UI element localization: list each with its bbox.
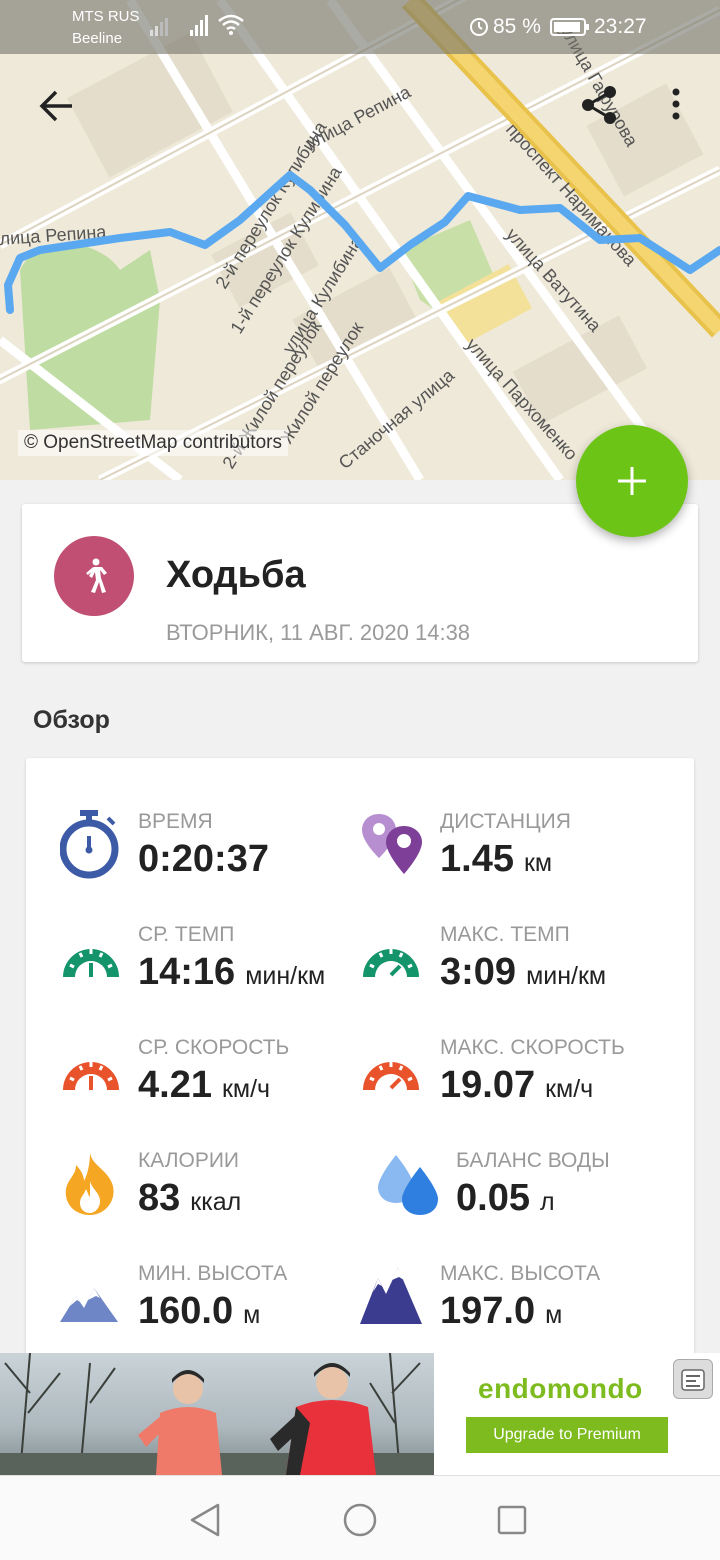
map-tiles: улица Репина лица Репина 2-й переулок Ку… — [0, 0, 720, 480]
signal-icon — [190, 15, 208, 36]
stat-unit: л — [539, 1188, 555, 1216]
overview-card: ВРЕМЯ 0:20:37 ДИСТАНЦИЯ 1.45 км СР. ТЕМП … — [26, 758, 694, 1358]
stat-number: 19.07 — [440, 1064, 536, 1106]
add-button[interactable] — [576, 425, 688, 537]
map-pin-icon — [362, 814, 422, 874]
stat-value: 3:09 мин/км — [440, 951, 606, 994]
stat-value: 83 ккал — [138, 1177, 241, 1220]
nav-recents-square-icon — [497, 1505, 527, 1535]
share-button[interactable] — [578, 84, 622, 128]
stat-number: 0.05 — [456, 1177, 530, 1219]
stat-value: 19.07 км/ч — [440, 1064, 593, 1107]
stat-label: МАКС. ВЫСОТА — [440, 1262, 601, 1285]
ad-close-button[interactable] — [673, 1359, 713, 1399]
upgrade-premium-button[interactable]: Upgrade to Premium — [466, 1417, 668, 1453]
nav-home-button[interactable] — [342, 1502, 378, 1543]
stat-number: 14:16 — [138, 951, 236, 993]
ad-panel[interactable]: endomondo Upgrade to Premium — [434, 1353, 720, 1475]
nav-back-button[interactable] — [188, 1502, 222, 1543]
activity-avatar — [54, 536, 134, 616]
stat-label: МИН. ВЫСОТА — [138, 1262, 288, 1285]
stat-label: КАЛОРИИ — [138, 1149, 240, 1172]
ad-banner[interactable]: endomondo Upgrade to Premium — [0, 1353, 720, 1475]
activity-title: Ходьба — [166, 554, 306, 596]
share-icon — [582, 86, 616, 124]
nav-back-triangle-icon — [190, 1503, 220, 1537]
carrier-name-1: MTS RUS — [72, 8, 140, 25]
overview-title: Обзор — [33, 706, 110, 734]
gauge-orange-icon — [63, 1062, 119, 1090]
stat-value: 197.0 м — [440, 1290, 562, 1333]
gauge-green-icon — [63, 949, 119, 977]
route-map[interactable]: улица Репина лица Репина 2-й переулок Ку… — [0, 0, 720, 480]
battery-percent: 85 % — [493, 15, 541, 38]
stat-number: 83 — [138, 1177, 181, 1219]
flame-icon — [65, 1153, 114, 1215]
water-drops-icon — [378, 1155, 438, 1215]
stat-value: 0:20:37 — [138, 838, 269, 881]
stat-unit: мин/км — [526, 962, 607, 990]
more-vert-icon — [672, 88, 680, 120]
stat-label: БАЛАНС ВОДЫ — [456, 1149, 610, 1172]
nav-recents-button[interactable] — [496, 1504, 528, 1541]
battery-icon — [550, 18, 589, 36]
stat-unit: мин/км — [245, 962, 326, 990]
ad-runners-image — [0, 1353, 434, 1475]
workout-header-card: Ходьба ВТОРНИК, 11 АВГ. 2020 14:38 — [22, 504, 698, 662]
stat-number: 0:20:37 — [138, 838, 269, 880]
stat-label: ДИСТАНЦИЯ — [440, 810, 571, 833]
stat-value: 1.45 км — [440, 838, 552, 881]
status-bar: MTS RUS Beeline 85 % 23:27 — [0, 0, 720, 54]
stat-number: 1.45 — [440, 838, 514, 880]
alarm-icon — [470, 18, 488, 36]
stat-label: СР. ТЕМП — [138, 923, 235, 946]
arrow-back-icon — [39, 90, 72, 122]
stat-number: 160.0 — [138, 1290, 234, 1332]
clock: 23:27 — [594, 15, 647, 38]
stat-number: 197.0 — [440, 1290, 536, 1332]
ad-brand-logo: endomondo — [478, 1373, 643, 1404]
mountain-dark-icon — [360, 1268, 422, 1324]
stat-label: СР. СКОРОСТЬ — [138, 1036, 290, 1059]
gauge-orange-icon — [363, 1062, 419, 1090]
nav-home-circle-icon — [343, 1503, 377, 1537]
stat-number: 3:09 — [440, 951, 517, 993]
stat-value: 160.0 м — [138, 1290, 260, 1333]
wifi-icon — [218, 14, 244, 35]
back-button[interactable] — [36, 86, 76, 126]
more-options-button[interactable] — [662, 84, 690, 128]
stat-value: 4.21 км/ч — [138, 1064, 270, 1107]
stat-unit: м — [243, 1301, 261, 1329]
stat-unit: км/ч — [221, 1075, 271, 1103]
stat-unit: ккал — [190, 1188, 242, 1216]
ad-badge-icon — [681, 1369, 705, 1391]
gauge-green-icon — [363, 949, 419, 977]
stopwatch-icon — [60, 810, 119, 879]
stat-unit: км/ч — [545, 1075, 594, 1103]
stat-unit: м — [545, 1301, 563, 1329]
stat-label: ВРЕМЯ — [138, 810, 213, 833]
system-nav-bar — [0, 1475, 720, 1560]
stat-label: МАКС. ТЕМП — [440, 923, 570, 946]
stat-value: 14:16 мин/км — [138, 951, 325, 994]
ad-image — [0, 1353, 434, 1475]
stat-value: 0.05 л — [456, 1177, 555, 1220]
stat-unit: км — [523, 849, 553, 877]
activity-date: ВТОРНИК, 11 АВГ. 2020 14:38 — [166, 620, 471, 645]
signal-icon — [150, 18, 168, 36]
walking-icon — [86, 558, 107, 593]
map-attribution[interactable]: © OpenStreetMap contributors — [18, 430, 288, 456]
stat-number: 4.21 — [138, 1064, 212, 1106]
mountain-light-icon — [60, 1288, 118, 1322]
carrier-name-2: Beeline — [72, 30, 123, 47]
plus-icon — [618, 467, 646, 495]
stat-label: МАКС. СКОРОСТЬ — [440, 1036, 625, 1059]
